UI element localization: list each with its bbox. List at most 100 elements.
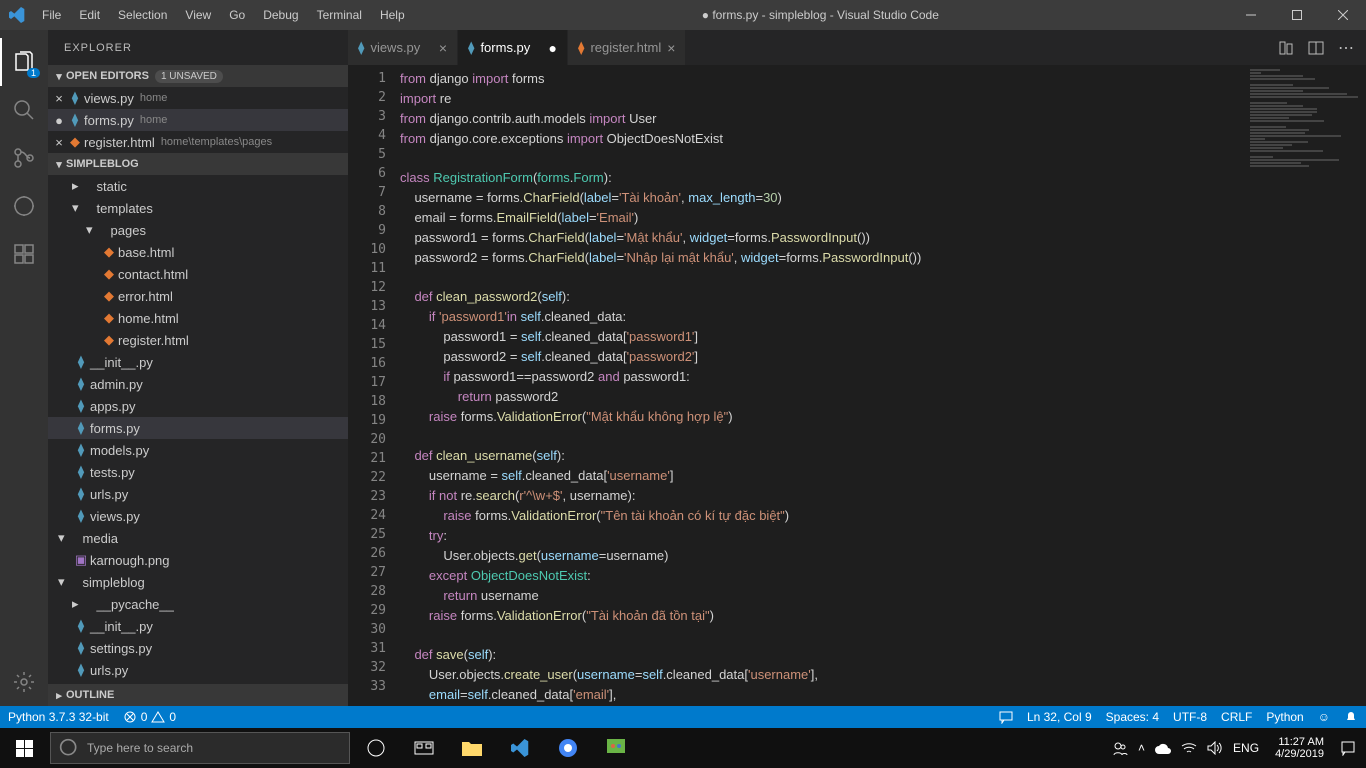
tree-item[interactable]: ▾pages xyxy=(48,219,348,241)
debug-icon[interactable] xyxy=(0,182,48,230)
tree-item[interactable]: ⧫views.py xyxy=(48,505,348,527)
indent[interactable]: Spaces: 4 xyxy=(1106,710,1159,724)
cursor-pos[interactable]: Ln 32, Col 9 xyxy=(1027,710,1092,724)
taskbar-search[interactable]: Type here to search xyxy=(50,732,350,764)
chevron-icon: ▾ xyxy=(58,530,65,546)
menu-terminal[interactable]: Terminal xyxy=(309,4,370,26)
tree-item[interactable]: ◆register.html xyxy=(48,329,348,351)
search-icon[interactable] xyxy=(0,86,48,134)
tab-register-html[interactable]: ⧫ register.html × xyxy=(568,30,686,65)
tree-item[interactable]: ⧫__init__.py xyxy=(48,615,348,637)
tree-item[interactable]: ◆base.html xyxy=(48,241,348,263)
menu-help[interactable]: Help xyxy=(372,4,413,26)
open-editor-item[interactable]: ● ⧫forms.pyhome xyxy=(48,109,348,131)
extensions-icon[interactable] xyxy=(0,230,48,278)
bell-icon[interactable] xyxy=(1344,710,1358,724)
modified-dot-icon[interactable]: ● xyxy=(549,40,557,56)
volume-icon[interactable] xyxy=(1207,741,1223,755)
eol[interactable]: CRLF xyxy=(1221,710,1252,724)
explorer-icon[interactable]: 1 xyxy=(0,38,48,86)
compare-icon[interactable] xyxy=(1278,40,1294,56)
sidebar-title: EXPLORER xyxy=(48,30,348,65)
notifications-icon[interactable] xyxy=(1340,740,1356,756)
close-icon[interactable]: × xyxy=(52,91,66,106)
close-icon[interactable]: × xyxy=(52,135,66,150)
menu-view[interactable]: View xyxy=(177,4,219,26)
maximize-button[interactable] xyxy=(1274,0,1320,30)
open-editors-header[interactable]: ▾OPEN EDITORS 1 UNSAVED xyxy=(48,65,348,87)
feedback-icon[interactable] xyxy=(999,710,1013,724)
tree-item[interactable]: ⧫models.py xyxy=(48,439,348,461)
menu-bar: FileEditSelectionViewGoDebugTerminalHelp xyxy=(34,4,413,26)
menu-debug[interactable]: Debug xyxy=(255,4,306,26)
tree-item[interactable]: ▸static xyxy=(48,175,348,197)
open-editor-item[interactable]: × ◆register.htmlhome\templates\pages xyxy=(48,131,348,153)
clock[interactable]: 11:27 AM4/29/2019 xyxy=(1269,736,1330,760)
tree-item[interactable]: ◆home.html xyxy=(48,307,348,329)
python-file-icon: ⧫ xyxy=(72,486,90,502)
tree-item[interactable]: ▸__pycache__ xyxy=(48,593,348,615)
chevron-icon: ▾ xyxy=(58,574,65,590)
tree-item[interactable]: ⧫admin.py xyxy=(48,373,348,395)
tree-item[interactable]: ⧫urls.py xyxy=(48,483,348,505)
python-file-icon: ⧫ xyxy=(66,112,84,128)
project-header[interactable]: ▾SIMPLEBLOG xyxy=(48,153,348,175)
tab-views-py[interactable]: ⧫ views.py × xyxy=(348,30,458,65)
paint-icon[interactable] xyxy=(592,728,640,768)
open-editor-item[interactable]: × ⧫views.pyhome xyxy=(48,87,348,109)
more-icon[interactable]: ⋯ xyxy=(1338,38,1354,58)
modified-dot-icon[interactable]: ● xyxy=(52,113,66,128)
python-file-icon: ⧫ xyxy=(72,420,90,436)
tree-item[interactable]: ⧫settings.py xyxy=(48,637,348,659)
file-explorer-icon[interactable] xyxy=(448,728,496,768)
tree-item[interactable]: ▣karnough.png xyxy=(48,549,348,571)
minimap[interactable] xyxy=(1246,65,1366,706)
minimize-button[interactable] xyxy=(1228,0,1274,30)
split-editor-icon[interactable] xyxy=(1308,40,1324,56)
chrome-icon[interactable] xyxy=(544,728,592,768)
menu-edit[interactable]: Edit xyxy=(71,4,108,26)
python-version[interactable]: Python 3.7.3 32-bit xyxy=(8,710,109,724)
tree-item[interactable]: ▾media xyxy=(48,527,348,549)
menu-selection[interactable]: Selection xyxy=(110,4,175,26)
tree-item[interactable]: ⧫forms.py xyxy=(48,417,348,439)
scm-icon[interactable] xyxy=(0,134,48,182)
settings-gear-icon[interactable] xyxy=(0,658,48,706)
close-icon[interactable]: × xyxy=(439,40,447,56)
close-icon[interactable]: × xyxy=(667,40,675,56)
cortana-icon[interactable] xyxy=(352,728,400,768)
task-view-icon[interactable] xyxy=(400,728,448,768)
tray-chevron-icon[interactable]: ˄ xyxy=(1138,741,1145,755)
menu-go[interactable]: Go xyxy=(221,4,253,26)
sidebar: EXPLORER ▾OPEN EDITORS 1 UNSAVED × ⧫view… xyxy=(48,30,348,706)
language[interactable]: ENG xyxy=(1233,741,1259,755)
python-file-icon: ⧫ xyxy=(72,398,90,414)
encoding[interactable]: UTF-8 xyxy=(1173,710,1207,724)
tree-item[interactable]: ▾simpleblog xyxy=(48,571,348,593)
tree-item[interactable]: ◆error.html xyxy=(48,285,348,307)
tab-forms-py[interactable]: ⧫ forms.py ● xyxy=(458,30,568,65)
html-file-icon: ◆ xyxy=(100,266,118,282)
tree-item[interactable]: ◆contact.html xyxy=(48,263,348,285)
tree-item[interactable]: ⧫__init__.py xyxy=(48,351,348,373)
feedback-smile-icon[interactable]: ☺ xyxy=(1318,710,1330,724)
menu-file[interactable]: File xyxy=(34,4,69,26)
tree-item[interactable]: ⧫tests.py xyxy=(48,461,348,483)
wifi-icon[interactable] xyxy=(1181,742,1197,754)
py-file-icon: ⧫ xyxy=(358,40,364,56)
language-mode[interactable]: Python xyxy=(1266,710,1303,724)
vscode-taskbar-icon[interactable] xyxy=(496,728,544,768)
problems[interactable]: 0 0 xyxy=(123,710,176,724)
start-icon[interactable] xyxy=(0,728,48,768)
people-icon[interactable] xyxy=(1112,740,1128,756)
close-button[interactable] xyxy=(1320,0,1366,30)
python-file-icon: ⧫ xyxy=(72,640,90,656)
outline-header[interactable]: ▸OUTLINE xyxy=(48,684,348,706)
onedrive-icon[interactable] xyxy=(1155,743,1171,754)
tree-item[interactable]: ⧫apps.py xyxy=(48,395,348,417)
activity-bar: 1 xyxy=(0,30,48,706)
vscode-logo-icon xyxy=(0,7,34,23)
tree-item[interactable]: ⧫urls.py xyxy=(48,659,348,681)
tree-item[interactable]: ▾templates xyxy=(48,197,348,219)
code-editor[interactable]: from django import formsimport refrom dj… xyxy=(400,65,1246,706)
